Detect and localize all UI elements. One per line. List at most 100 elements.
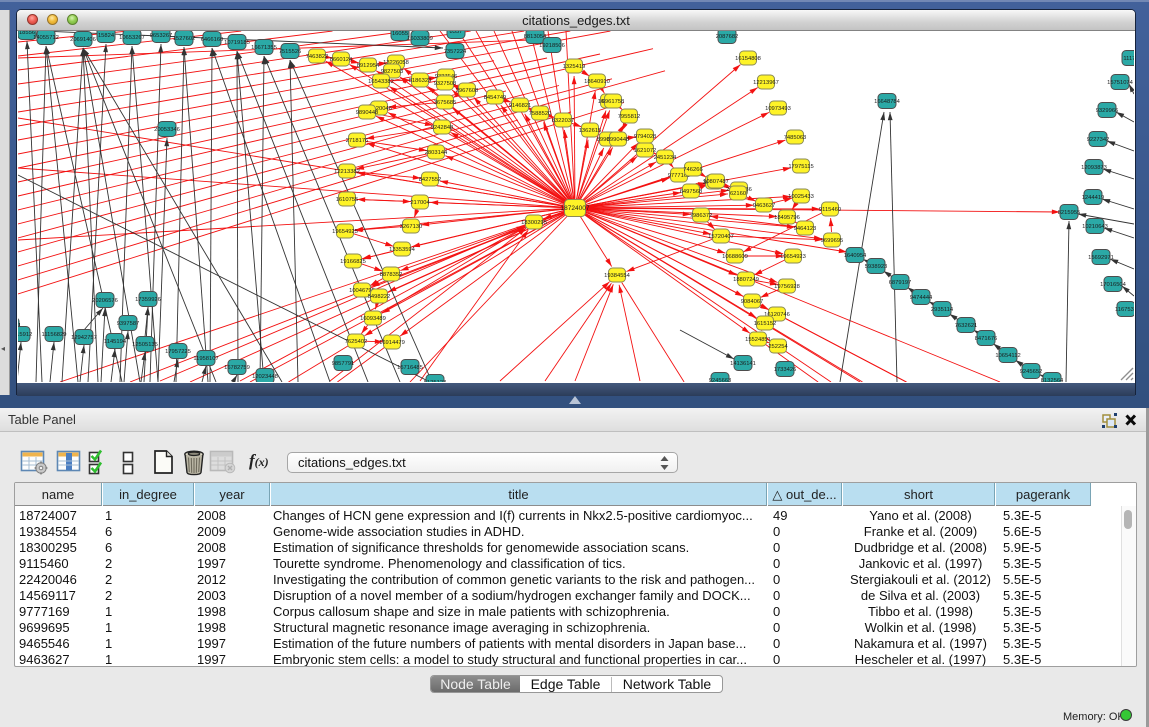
svg-text:9857791: 9857791 bbox=[332, 361, 355, 367]
svg-text:11173: 11173 bbox=[1123, 56, 1134, 62]
svg-text:1610755: 1610755 bbox=[336, 197, 359, 203]
svg-text:9327508: 9327508 bbox=[434, 81, 457, 87]
svg-text:9397587: 9397587 bbox=[117, 321, 140, 327]
svg-text:16154808: 16154808 bbox=[735, 56, 761, 62]
svg-text:7485063: 7485063 bbox=[784, 135, 807, 141]
svg-text:17957225: 17957225 bbox=[165, 349, 191, 355]
svg-text:10653267: 10653267 bbox=[119, 35, 145, 41]
svg-text:19654925: 19654925 bbox=[332, 229, 358, 235]
svg-text:10210643: 10210643 bbox=[1082, 224, 1108, 230]
svg-text:3675685: 3675685 bbox=[434, 100, 457, 106]
svg-text:16648784: 16648784 bbox=[874, 99, 901, 105]
svg-text:7625402: 7625402 bbox=[345, 339, 368, 345]
svg-text:19756928: 19756928 bbox=[774, 284, 800, 290]
svg-text:12213382: 12213382 bbox=[334, 169, 360, 175]
svg-text:10654112: 10654112 bbox=[995, 353, 1020, 359]
svg-text:2087682: 2087682 bbox=[716, 34, 739, 40]
svg-text:16543382: 16543382 bbox=[368, 79, 394, 85]
svg-text:8186323: 8186323 bbox=[409, 78, 432, 84]
svg-text:1325419: 1325419 bbox=[563, 64, 586, 70]
svg-text:11156829: 11156829 bbox=[42, 332, 67, 338]
svg-text:2451234: 2451234 bbox=[654, 155, 677, 161]
svg-text:8132564: 8132564 bbox=[1041, 378, 1064, 382]
svg-text:9245663: 9245663 bbox=[709, 378, 732, 382]
svg-text:6466160: 6466160 bbox=[201, 37, 224, 43]
svg-text:1621072: 1621072 bbox=[634, 148, 657, 154]
svg-text:2967608: 2967608 bbox=[456, 88, 479, 94]
svg-text:20691406: 20691406 bbox=[70, 37, 96, 43]
svg-text:14136141: 14136141 bbox=[730, 361, 756, 367]
svg-text:8357: 8357 bbox=[450, 31, 463, 35]
svg-text:9242848: 9242848 bbox=[431, 125, 454, 131]
svg-text:3267130: 3267130 bbox=[400, 224, 423, 230]
svg-text:217004: 217004 bbox=[410, 200, 430, 206]
svg-text:14055712: 14055712 bbox=[33, 35, 59, 41]
svg-text:20053346: 20053346 bbox=[154, 127, 180, 133]
svg-text:12093873: 12093873 bbox=[1081, 165, 1107, 171]
svg-text:10807487: 10807487 bbox=[703, 179, 729, 185]
svg-text:9890448: 9890448 bbox=[356, 110, 379, 116]
svg-text:9464123: 9464123 bbox=[794, 226, 817, 232]
svg-text:1733426: 1733426 bbox=[774, 367, 797, 373]
svg-text:18724007: 18724007 bbox=[561, 205, 590, 212]
svg-text:746266: 746266 bbox=[683, 167, 702, 173]
svg-text:1145194: 1145194 bbox=[104, 339, 127, 345]
svg-text:18640910: 18640910 bbox=[584, 79, 610, 85]
svg-text:15524851: 15524851 bbox=[745, 337, 771, 343]
svg-text:12023448: 12023448 bbox=[252, 374, 278, 380]
svg-text:19384554: 19384554 bbox=[604, 273, 631, 279]
svg-text:12505135: 12505135 bbox=[132, 342, 158, 348]
svg-text:13353594: 13353594 bbox=[389, 247, 416, 253]
svg-text:18807249: 18807249 bbox=[733, 277, 759, 283]
svg-text:10973493: 10973493 bbox=[765, 106, 791, 112]
svg-text:18495796: 18495796 bbox=[774, 215, 800, 221]
svg-text:1244419: 1244419 bbox=[1082, 195, 1105, 201]
svg-text:2935114: 2935114 bbox=[931, 307, 954, 313]
svg-text:8454749: 8454749 bbox=[484, 95, 507, 101]
svg-text:9699695: 9699695 bbox=[821, 238, 844, 244]
svg-text:8471676: 8471676 bbox=[975, 336, 998, 342]
svg-text:19166825: 19166825 bbox=[340, 259, 366, 265]
svg-text:8660124: 8660124 bbox=[330, 57, 353, 63]
svg-text:15751074: 15751074 bbox=[1107, 80, 1134, 86]
svg-text:7986372: 7986372 bbox=[690, 213, 713, 219]
svg-text:7632621: 7632621 bbox=[955, 323, 978, 329]
svg-text:15824: 15824 bbox=[98, 33, 115, 39]
svg-text:16914479: 16914479 bbox=[379, 340, 405, 346]
svg-text:16782759: 16782759 bbox=[224, 365, 250, 371]
svg-text:8322037: 8322037 bbox=[552, 118, 575, 124]
svg-text:9329966: 9329966 bbox=[1096, 108, 1119, 114]
svg-text:16093489: 16093489 bbox=[360, 316, 386, 322]
svg-text:19654923: 19654923 bbox=[780, 254, 806, 260]
svg-text:2803144: 2803144 bbox=[425, 150, 448, 156]
svg-text:10025433: 10025433 bbox=[788, 194, 814, 200]
svg-text:8990448: 8990448 bbox=[607, 137, 630, 143]
svg-text:16033809: 16033809 bbox=[407, 36, 433, 42]
svg-text:15720407: 15720407 bbox=[708, 234, 734, 240]
svg-text:252254: 252254 bbox=[768, 344, 788, 350]
svg-text:3915912: 3915912 bbox=[18, 332, 32, 338]
svg-text:9463627: 9463627 bbox=[753, 203, 776, 209]
svg-text:7463822: 7463822 bbox=[306, 54, 329, 60]
svg-text:17016504: 17016504 bbox=[1100, 282, 1127, 288]
svg-text:9245652: 9245652 bbox=[1020, 369, 1043, 375]
svg-text:5938923: 5938923 bbox=[865, 264, 888, 270]
svg-text:10719185: 10719185 bbox=[224, 40, 250, 46]
svg-text:8912954: 8912954 bbox=[357, 63, 380, 69]
svg-text:7955812: 7955812 bbox=[618, 114, 641, 120]
svg-text:9794028: 9794028 bbox=[634, 134, 657, 140]
svg-text:7588520: 7588520 bbox=[529, 111, 552, 117]
svg-text:9653267: 9653267 bbox=[150, 33, 173, 39]
svg-text:1167534: 1167534 bbox=[1115, 307, 1134, 313]
svg-text:20206576: 20206576 bbox=[92, 298, 118, 304]
svg-text:8215955: 8215955 bbox=[1058, 210, 1081, 216]
svg-text:17975115: 17975115 bbox=[788, 164, 813, 170]
svg-text:12942757: 12942757 bbox=[71, 335, 97, 341]
svg-text:9115460: 9115460 bbox=[819, 207, 841, 213]
svg-text:6497568: 6497568 bbox=[680, 189, 703, 195]
svg-text:9084067: 9084067 bbox=[741, 299, 764, 305]
svg-text:7357224: 7357224 bbox=[444, 49, 467, 55]
svg-text:15716485: 15716485 bbox=[397, 365, 423, 371]
svg-text:12213967: 12213967 bbox=[753, 80, 779, 86]
svg-text:6961758: 6961758 bbox=[602, 99, 625, 105]
